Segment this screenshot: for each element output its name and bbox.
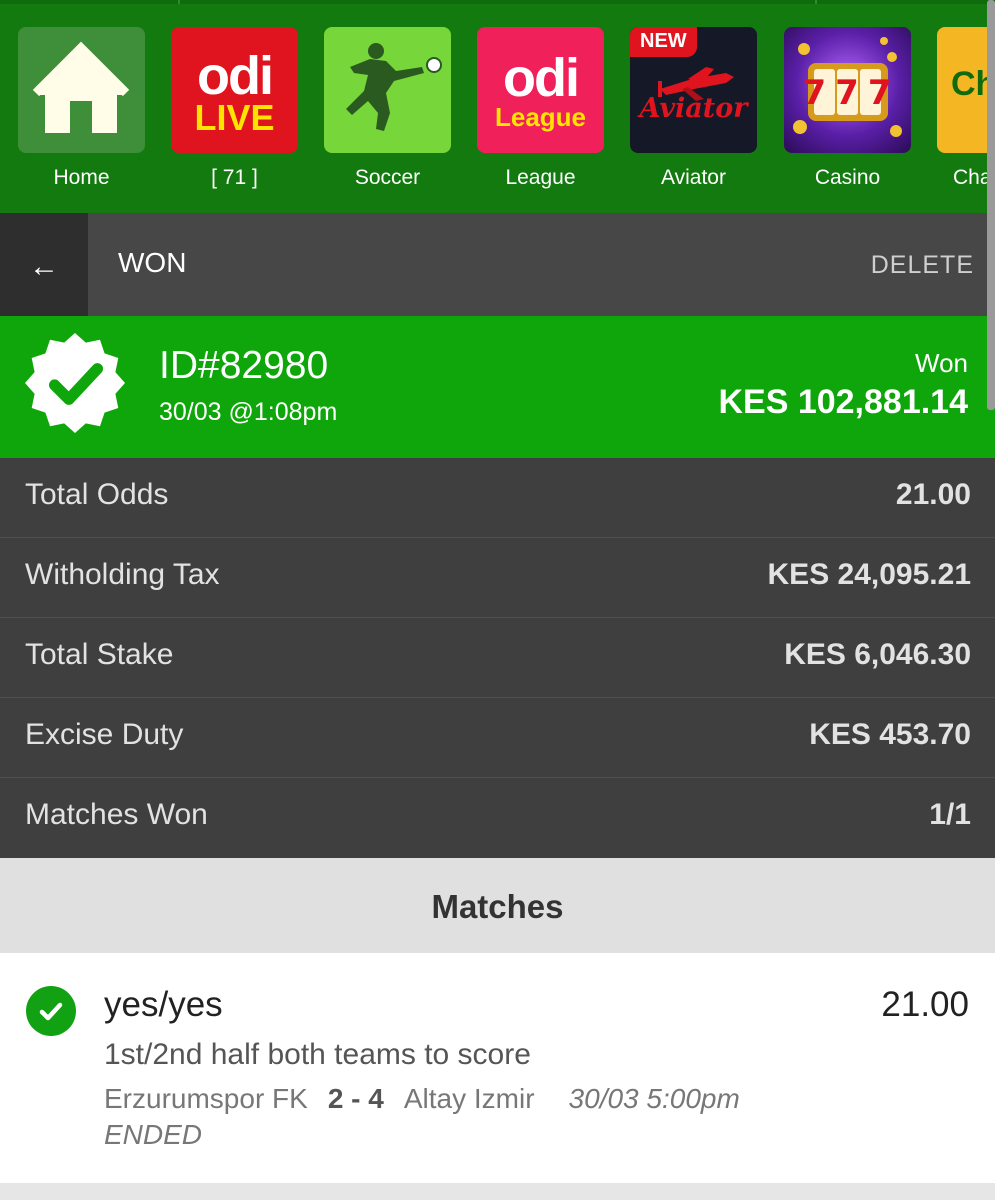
nav-item-soccer[interactable]: Soccer xyxy=(324,27,451,190)
match-market: 1st/2nd half both teams to score xyxy=(104,1038,531,1071)
won-check-icon xyxy=(26,986,76,1036)
odi-league-logo-line1: odi xyxy=(503,48,580,108)
bet-id: ID#82980 xyxy=(159,344,329,387)
matches-title: Matches xyxy=(431,888,564,925)
summary-row-excise-duty: Excise Duty KES 453.70 xyxy=(0,698,995,778)
bet-status: Won xyxy=(915,348,968,378)
summary-value: 1/1 xyxy=(929,798,971,831)
home-team: Erzurumspor FK xyxy=(104,1083,308,1114)
odi-live-logo-line2: LIVE xyxy=(194,97,275,138)
page-title: WON xyxy=(118,247,187,278)
new-badge: NEW xyxy=(630,27,697,57)
nav-label-league: League xyxy=(505,166,576,189)
back-button[interactable]: ← xyxy=(0,213,88,316)
page-bottom-divider xyxy=(0,1183,995,1200)
match-status: ENDED xyxy=(104,1119,203,1150)
bet-summary: Total Odds 21.00 Witholding Tax KES 24,0… xyxy=(0,458,995,858)
summary-label: Total Stake xyxy=(25,638,174,671)
verified-check-icon xyxy=(25,333,125,433)
nav-label-home: Home xyxy=(53,166,110,189)
summary-row-matches-won: Matches Won 1/1 xyxy=(0,778,995,858)
summary-value: KES 453.70 xyxy=(809,718,971,751)
back-arrow-icon: ← xyxy=(29,250,59,283)
match-score: 2 - 4 xyxy=(327,1083,384,1114)
soccer-player-icon xyxy=(324,27,451,153)
match-item[interactable]: yes/yes 21.00 1st/2nd half both teams to… xyxy=(0,953,995,1183)
slot-machine-icon: 777 xyxy=(784,27,911,153)
summary-row-withholding-tax: Witholding Tax KES 24,095.21 xyxy=(0,538,995,618)
home-icon xyxy=(18,27,145,153)
match-odds: 21.00 xyxy=(881,985,969,1024)
summary-label: Witholding Tax xyxy=(25,558,220,591)
nav-label-casino: Casino xyxy=(814,166,881,189)
aviator-logo: NEW Aviator xyxy=(630,27,757,153)
summary-row-total-stake: Total Stake KES 6,046.30 xyxy=(0,618,995,698)
won-banner: ID#82980 30/03 @1:08pm Won KES 102,881.1… xyxy=(0,316,995,458)
nav-top-border xyxy=(0,0,995,4)
nav-item-home[interactable]: Home xyxy=(18,27,145,190)
nav-label-soccer: Soccer xyxy=(354,166,421,189)
payout-amount: KES 102,881.14 xyxy=(718,383,968,421)
nav-item-casino[interactable]: 777 Casino xyxy=(784,27,911,190)
nav-label-live-count: [ 71 ] xyxy=(211,166,258,189)
aviator-logo-text: Aviator xyxy=(639,93,748,124)
top-navigation: Home odi LIVE [ 71 ] Soccer odi League L… xyxy=(0,0,995,213)
scrollbar-thumb[interactable] xyxy=(987,0,995,410)
summary-label: Total Odds xyxy=(25,478,169,511)
delete-button[interactable]: DELETE xyxy=(871,251,974,280)
match-fixture: Erzurumspor FK 2 - 4 Altay Izmir 30/03 5:00… xyxy=(104,1083,740,1115)
bet-placed-time: 30/03 @1:08pm xyxy=(159,398,338,426)
summary-value: 21.00 xyxy=(895,478,971,511)
summary-row-total-odds: Total Odds 21.00 xyxy=(0,458,995,538)
matches-section-header: Matches xyxy=(0,858,995,953)
nav-label-aviator: Aviator xyxy=(661,166,726,189)
summary-label: Excise Duty xyxy=(25,718,184,751)
match-pick: yes/yes xyxy=(104,985,223,1024)
away-team: Altay Izmir xyxy=(403,1083,535,1114)
nav-item-league[interactable]: odi League League xyxy=(477,27,604,190)
slot-reels-text: 777 xyxy=(802,73,901,113)
bet-detail-header: ← WON DELETE xyxy=(0,213,995,316)
odi-league-logo: odi League xyxy=(477,27,604,153)
summary-value: KES 6,046.30 xyxy=(784,638,971,671)
odi-league-logo-line2: League xyxy=(494,102,587,132)
summary-label: Matches Won xyxy=(25,798,208,831)
nav-item-live[interactable]: odi LIVE [ 71 ] xyxy=(171,27,298,190)
odi-live-logo: odi LIVE xyxy=(171,27,298,153)
nav-item-aviator[interactable]: NEW Aviator Aviator xyxy=(630,27,757,190)
kickoff-time: 30/03 5:00pm xyxy=(568,1083,740,1114)
summary-value: KES 24,095.21 xyxy=(767,558,971,591)
